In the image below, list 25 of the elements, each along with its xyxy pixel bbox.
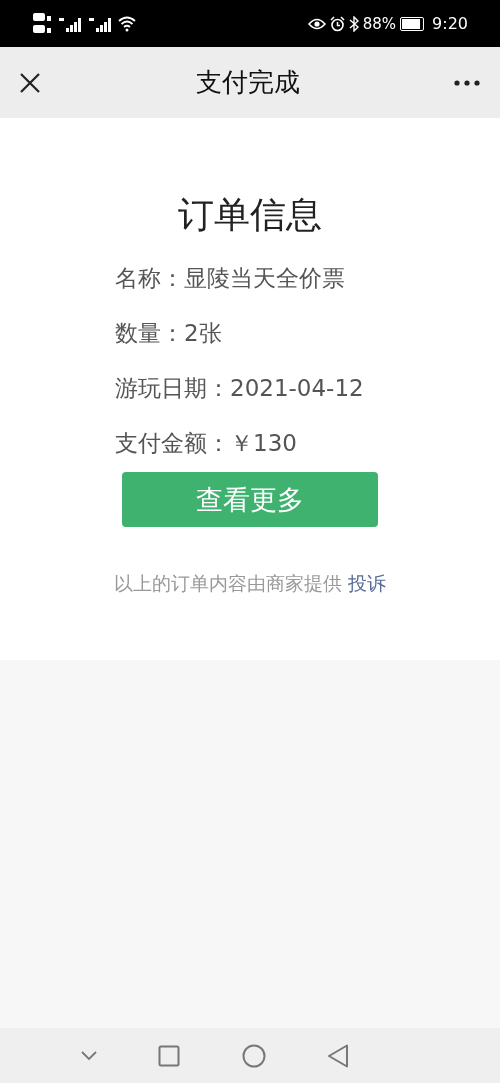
wifi-icon <box>118 15 136 32</box>
chevron-down-icon[interactable] <box>80 1050 97 1061</box>
field-label: 名称： <box>115 264 184 293</box>
back-icon[interactable] <box>327 1043 350 1068</box>
alarm-icon <box>329 15 345 32</box>
recents-icon[interactable] <box>158 1044 181 1067</box>
field-value: 2张 <box>184 319 222 348</box>
field-value: ￥130 <box>230 429 297 458</box>
field-label: 游玩日期： <box>115 374 230 403</box>
order-heading: 订单信息 <box>178 193 322 237</box>
home-icon[interactable] <box>241 1043 266 1068</box>
battery-icon <box>400 16 425 31</box>
field-label: 数量： <box>115 319 184 348</box>
field-value: 显陵当天全价票 <box>184 264 345 293</box>
footer-note: 以上的订单内容由商家提供 <box>114 571 342 596</box>
bluetooth-icon <box>348 15 359 32</box>
page-title: 支付完成 <box>195 66 300 99</box>
field-value: 2021-04-12 <box>230 374 364 403</box>
eye-icon <box>307 17 326 30</box>
clock-time: 9:20 <box>432 14 468 33</box>
close-icon[interactable] <box>19 71 41 94</box>
field-label: 支付金额： <box>115 429 230 458</box>
battery-percent: 88% <box>362 14 397 33</box>
more-icon[interactable] <box>454 79 480 86</box>
complaint-link[interactable]: 投诉 <box>348 571 386 597</box>
